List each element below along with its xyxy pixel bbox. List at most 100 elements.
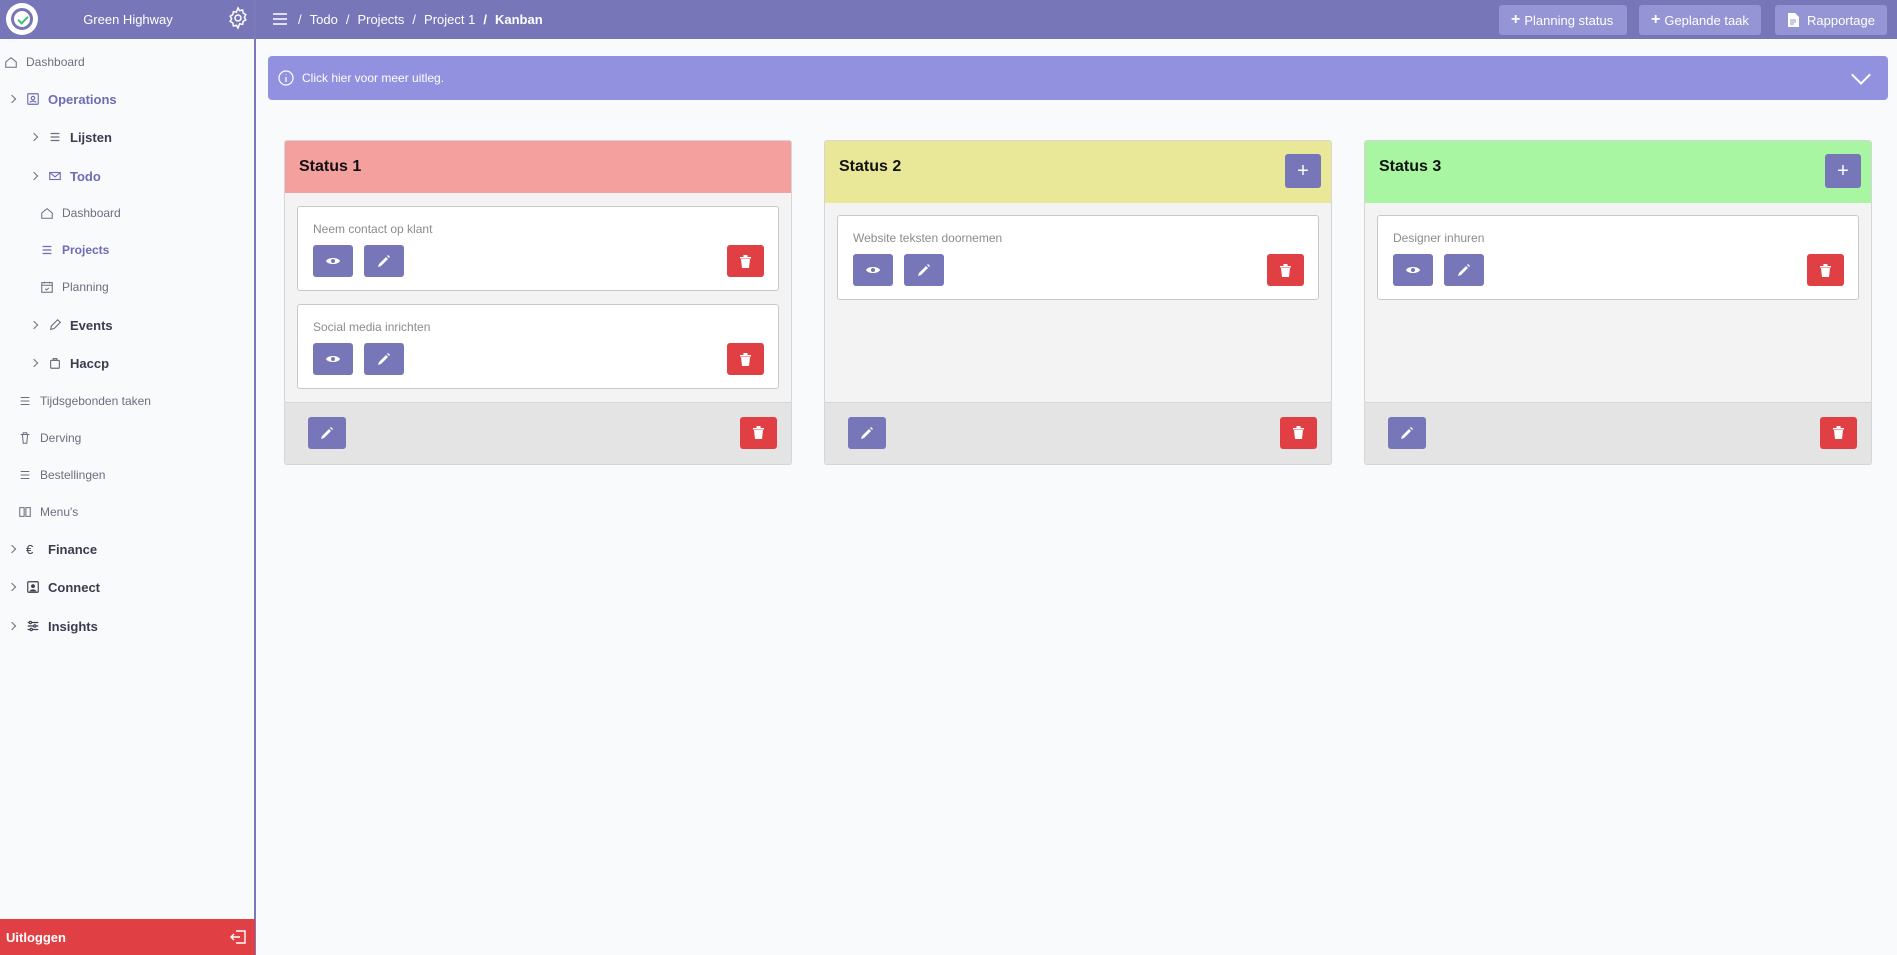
- planning-status-button[interactable]: + Planning status: [1499, 5, 1627, 35]
- breadcrumb-project-1[interactable]: Project 1: [424, 12, 475, 27]
- sidebar-item-tijdsgebonden-taken[interactable]: Tijdsgebonden taken: [18, 391, 151, 411]
- topbar: / Todo / Projects / Project 1 / Kanban +…: [256, 0, 1897, 39]
- trash-icon: [1280, 263, 1291, 277]
- view-button[interactable]: [1393, 254, 1433, 286]
- sidebar-item-bestellingen[interactable]: Bestellingen: [18, 465, 105, 485]
- sidebar-item-finance[interactable]: € Finance: [8, 539, 97, 559]
- sidebar-item-insights[interactable]: Insights: [8, 616, 98, 636]
- delete-button[interactable]: [1267, 254, 1304, 286]
- delete-button[interactable]: [727, 343, 764, 375]
- sidebar-item-todo[interactable]: Todo: [30, 166, 101, 186]
- view-button[interactable]: [853, 254, 893, 286]
- edit-button[interactable]: [1444, 254, 1484, 286]
- kanban-column: Status 1 Neem contact op klant Social me…: [284, 140, 792, 465]
- kanban-card: Social media inrichten: [297, 304, 779, 389]
- sidebar-item-label: Events: [70, 317, 113, 333]
- sidebar-item-todo-dashboard[interactable]: Dashboard: [40, 203, 121, 223]
- logout-button[interactable]: Uitloggen: [0, 919, 255, 955]
- trash-icon: [740, 254, 751, 268]
- delete-column-button[interactable]: [1820, 417, 1857, 449]
- plus-icon: +: [1511, 11, 1521, 28]
- trash-icon: [20, 432, 30, 444]
- pencil-icon: [321, 427, 333, 439]
- sidebar-item-label: Lijsten: [70, 129, 112, 145]
- chevron-right-icon: [30, 358, 40, 368]
- sidebar-item-label: Planning: [62, 280, 109, 294]
- column-title: Status 1: [299, 158, 362, 175]
- view-button[interactable]: [313, 343, 353, 375]
- calendar-icon: [41, 281, 53, 293]
- delete-column-button[interactable]: [1280, 417, 1317, 449]
- add-card-button[interactable]: +: [1825, 154, 1861, 188]
- sidebar-item-label: Haccp: [70, 355, 110, 371]
- edit-button[interactable]: [364, 343, 404, 375]
- sidebar-item-planning[interactable]: Planning: [40, 277, 109, 297]
- kanban-card: Designer inhuren: [1377, 215, 1859, 300]
- edit-button[interactable]: [904, 254, 944, 286]
- trash-icon: [1293, 426, 1304, 439]
- plus-icon: +: [1837, 159, 1849, 182]
- sidebar-item-lijsten[interactable]: Lijsten: [30, 127, 112, 147]
- sidebar-item-connect[interactable]: Connect: [8, 577, 100, 597]
- sidebar-item-derving[interactable]: Derving: [18, 428, 81, 448]
- chevron-right-icon: [8, 621, 18, 631]
- sidebar-item-menus[interactable]: Menu's: [18, 502, 78, 522]
- view-button[interactable]: [313, 245, 353, 277]
- edit-column-button[interactable]: [1388, 417, 1426, 449]
- sidebar-item-haccp[interactable]: Haccp: [30, 353, 109, 373]
- hamburger-menu-icon[interactable]: [272, 11, 288, 27]
- logout-icon: [230, 930, 246, 944]
- breadcrumb-separator: /: [298, 12, 302, 27]
- delete-button[interactable]: [1807, 254, 1844, 286]
- card-title: Website teksten doornemen: [853, 231, 1003, 245]
- column-footer: [285, 402, 791, 464]
- add-card-button[interactable]: +: [1285, 154, 1321, 188]
- pencil-icon: [1458, 264, 1470, 276]
- edit-column-button[interactable]: [308, 417, 346, 449]
- sidebar-item-events[interactable]: Events: [30, 315, 113, 335]
- info-text: Click hier voor meer uitleg.: [302, 71, 445, 85]
- trash-icon: [740, 352, 751, 366]
- breadcrumb-todo[interactable]: Todo: [310, 12, 338, 27]
- sidebar-item-label: Operations: [48, 91, 117, 107]
- plus-icon: +: [1651, 11, 1661, 28]
- edit-button[interactable]: [364, 245, 404, 277]
- home-icon: [41, 207, 53, 219]
- breadcrumb-projects[interactable]: Projects: [357, 12, 404, 27]
- sliders-icon: [27, 620, 39, 632]
- column-header: Status 1: [285, 141, 791, 193]
- envelope-icon: [49, 171, 61, 181]
- info-banner[interactable]: Click hier voor meer uitleg.: [268, 56, 1888, 100]
- rapportage-button[interactable]: Rapportage: [1775, 5, 1887, 35]
- sidebar-item-label: Projects: [62, 243, 110, 257]
- eye-icon: [1406, 267, 1420, 273]
- pencil-icon: [1401, 427, 1413, 439]
- gear-icon[interactable]: [226, 6, 250, 30]
- sidebar-item-projects[interactable]: Projects: [40, 240, 109, 260]
- geplande-taak-button[interactable]: + Geplande taak: [1639, 5, 1761, 35]
- pencil-icon: [378, 255, 390, 267]
- sidebar-item-operations[interactable]: Operations: [8, 89, 117, 109]
- trash-icon: [1820, 263, 1831, 277]
- chevron-right-icon: [30, 132, 40, 142]
- pencil-icon: [861, 427, 873, 439]
- sidebar-item-dashboard[interactable]: Dashboard: [4, 52, 85, 72]
- card-title: Social media inrichten: [313, 320, 431, 334]
- user-icon: [27, 581, 39, 593]
- breadcrumb-separator: /: [412, 12, 417, 27]
- book-icon: [19, 507, 31, 517]
- eye-icon: [866, 267, 880, 273]
- list-icon: [42, 245, 52, 255]
- column-header: Status 2 +: [825, 141, 1331, 203]
- chevron-down-icon[interactable]: [1851, 65, 1871, 85]
- kanban-column: Status 2 + Website teksten doornemen: [824, 140, 1332, 465]
- sidebar: Green Highway Dashboard Operations Lijst…: [0, 0, 256, 955]
- sidebar-item-label: Dashboard: [62, 206, 121, 220]
- document-icon: [1788, 13, 1799, 27]
- delete-column-button[interactable]: [740, 417, 777, 449]
- edit-column-button[interactable]: [848, 417, 886, 449]
- delete-button[interactable]: [727, 245, 764, 277]
- column-footer: [825, 402, 1331, 464]
- pencil-icon: [49, 318, 62, 331]
- card-title: Designer inhuren: [1393, 231, 1485, 245]
